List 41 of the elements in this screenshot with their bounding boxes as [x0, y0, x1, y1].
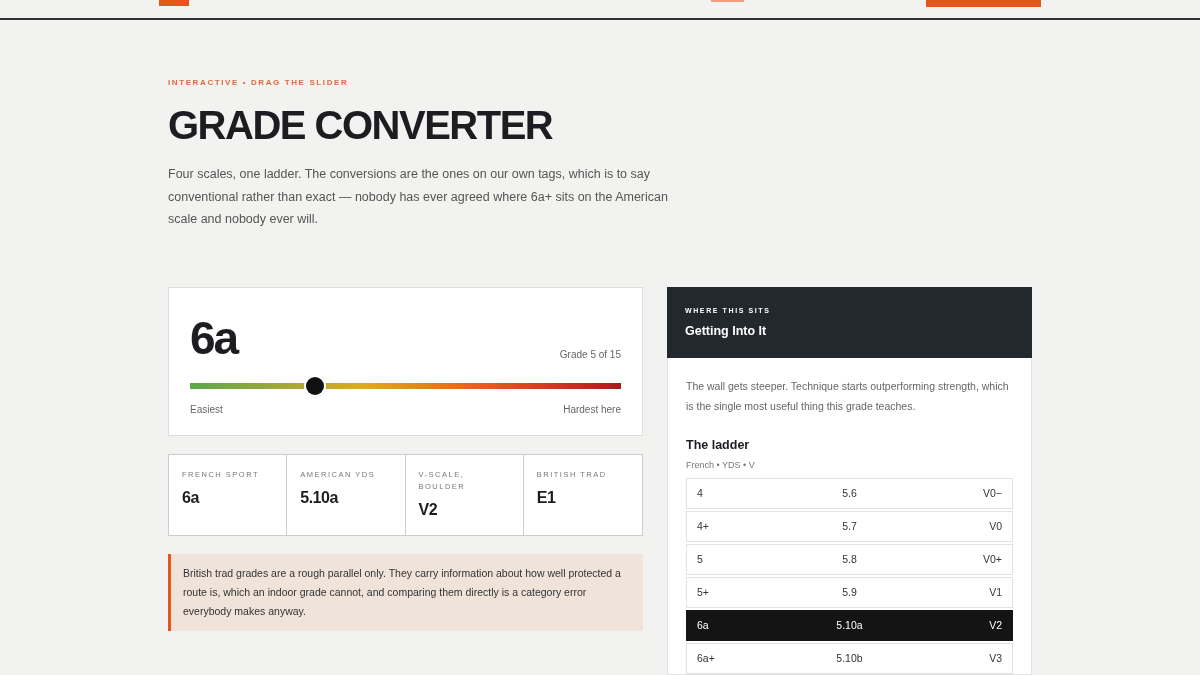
- yds-grade: 5.8: [841, 553, 858, 565]
- french-grade: 6a+: [697, 652, 716, 664]
- v-grade: V0−: [982, 487, 1002, 499]
- v-grade: V3: [988, 652, 1002, 664]
- v-grade: V1: [988, 586, 1002, 598]
- yds-grade: 5.10b: [835, 652, 864, 664]
- page-title: GRADE CONVERTER: [168, 102, 554, 149]
- scale-value: E1: [536, 488, 557, 507]
- scale-value: V2: [418, 500, 439, 519]
- v-grade: V0+: [982, 553, 1002, 565]
- ladder-row[interactable]: 4+ 5.7 V0: [686, 510, 1013, 542]
- ladder-row[interactable]: 6a+ 5.10b V3: [686, 642, 1013, 674]
- ladder-legend: French • YDS • V: [686, 459, 1013, 470]
- ladder-row[interactable]: 5+ 5.9 V1: [686, 576, 1013, 608]
- current-grade: 6a: [190, 310, 238, 366]
- yds-grade: 5.9: [841, 586, 858, 598]
- slider-min-label: Easiest: [190, 403, 223, 415]
- slider-max-label: Hardest here: [563, 403, 621, 415]
- french-grade: 4: [697, 487, 704, 499]
- ladder-row[interactable]: 6a 5.10a V2: [686, 609, 1013, 641]
- yds-grade: 5.10a: [835, 619, 864, 631]
- v-grade: V2: [988, 619, 1002, 631]
- french-grade: 5+: [697, 586, 710, 598]
- french-grade: 4+: [697, 520, 710, 532]
- ladder-title: The ladder: [686, 437, 751, 452]
- ladder-row[interactable]: 5 5.8 V0+: [686, 543, 1013, 575]
- eyebrow-text: INTERACTIVE • DRAG THE SLIDER: [168, 78, 350, 87]
- french-grade: 6a: [697, 619, 710, 631]
- intro-paragraph: Four scales, one ladder. The conversions are the ones on our own tags, which is to say conventional rather than exact — nobody has ever agreed where 6a+ sits on the American scale and nobody ever will.: [168, 166, 668, 228]
- scale-value: 5.10a: [300, 488, 340, 507]
- ladder-row[interactable]: 4 5.6 V0−: [686, 477, 1013, 509]
- grade-position: Grade 5 of 15: [559, 348, 621, 360]
- yds-grade: 5.7: [841, 520, 858, 532]
- slider-thumb[interactable]: [306, 376, 324, 395]
- panel-description: The wall gets steeper. Technique starts outperforming strength, which is the single most useful thing this grade teaches.: [686, 378, 1010, 414]
- note-callout: British trad grades are a rough parallel only. They carry information about how well protected a route is, which an indoor grade cannot, and comparing them directly is a category error everybody makes anyway.: [168, 553, 643, 631]
- scale-value: 6a: [182, 488, 201, 507]
- panel-heading: Getting Into It: [685, 323, 768, 338]
- yds-grade: 5.6: [841, 487, 858, 499]
- v-grade: V0: [988, 520, 1002, 532]
- french-grade: 5: [697, 553, 704, 565]
